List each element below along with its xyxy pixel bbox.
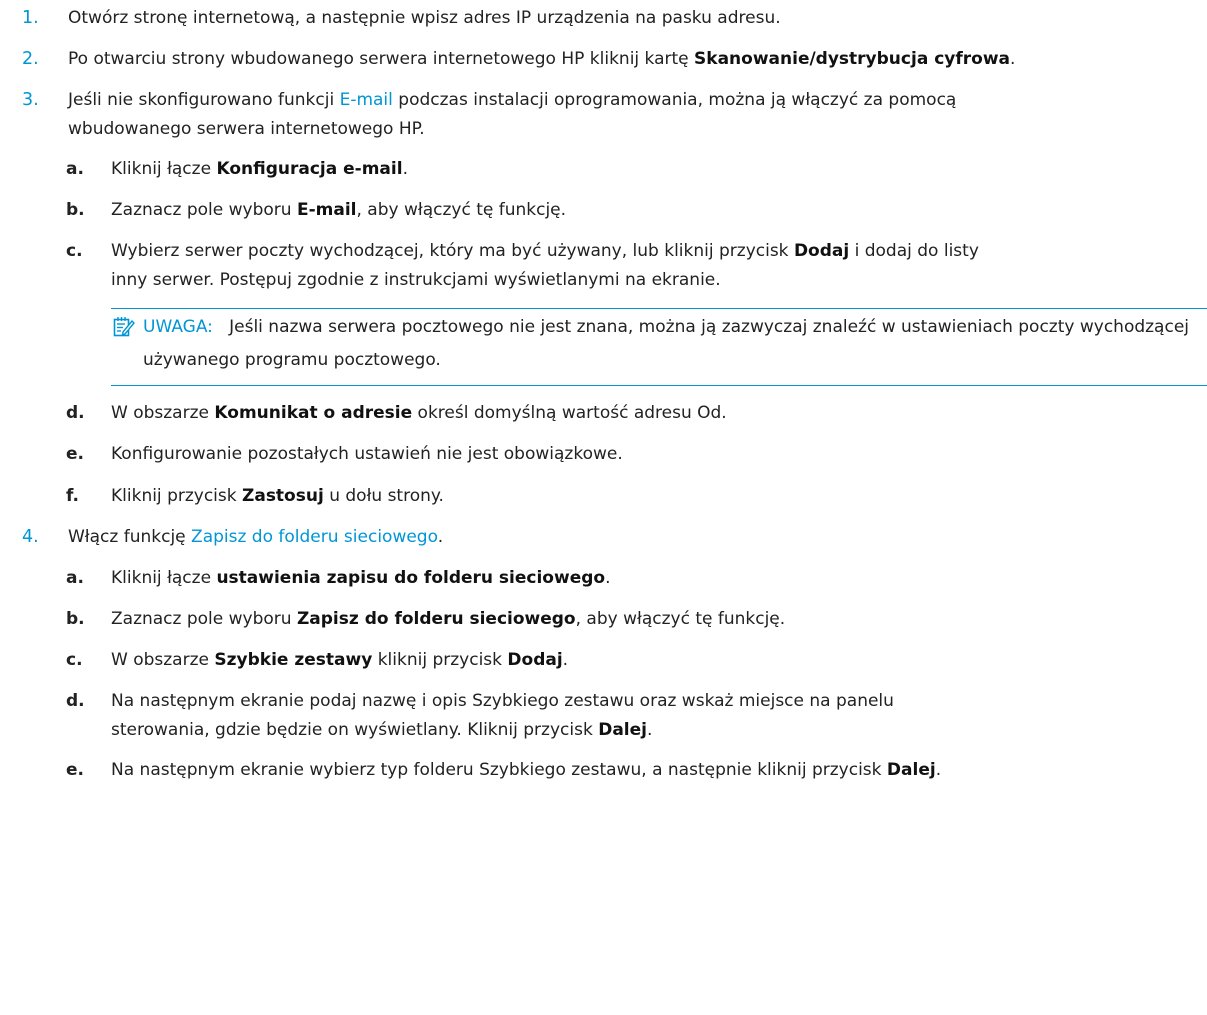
substep-letter: d. <box>66 691 85 711</box>
substep-text: Kliknij łącze ustawienia zapisu do folde… <box>111 568 611 588</box>
note-text: UWAGA: Jeśli nazwa serwera pocztowego ni… <box>143 311 1203 377</box>
substep-text: W obszarze Szybkie zestawy kliknij przyc… <box>111 650 569 670</box>
save-to-folder-link[interactable]: Zapisz do folderu sieciowego <box>191 527 438 547</box>
note-body: Jeśli nazwa serwera pocztowego nie jest … <box>143 317 1190 370</box>
step-text-line2: wbudowanego serwera internetowego HP. <box>68 119 425 139</box>
note-label: UWAGA: <box>143 317 213 337</box>
step-number: 1. <box>22 8 39 28</box>
tab-name: Skanowanie/dystrybucja cyfrowa <box>694 49 1011 69</box>
note-box: UWAGA: Jeśli nazwa serwera pocztowego ni… <box>111 308 1207 386</box>
substep-letter: e. <box>66 444 84 464</box>
step-number: 3. <box>22 90 39 110</box>
substep-text: Na następnym ekranie podaj nazwę i opis … <box>111 691 894 711</box>
substep-text: Wybierz serwer poczty wychodzącej, który… <box>111 241 979 261</box>
substep-text-line2: sterowania, gdzie będzie on wyświetlany.… <box>111 720 653 740</box>
email-link[interactable]: E-mail <box>340 90 393 110</box>
substep-letter: d. <box>66 403 85 423</box>
substep-text-line2: inny serwer. Postępuj zgodnie z instrukc… <box>111 270 721 290</box>
substep-letter: a. <box>66 159 84 179</box>
substep-letter: c. <box>66 241 83 261</box>
substep-text: Zaznacz pole wyboru Zapisz do folderu si… <box>111 609 786 629</box>
note-pencil-icon <box>113 317 135 337</box>
step-text: Otwórz stronę internetową, a następnie w… <box>68 8 781 28</box>
substep-letter: e. <box>66 760 84 780</box>
substep-text: Konfigurowanie pozostałych ustawień nie … <box>111 444 623 464</box>
substep-text: Na następnym ekranie wybierz typ folderu… <box>111 760 942 780</box>
step-number: 4. <box>22 527 39 547</box>
substep-text: Kliknij przycisk Zastosuj u dołu strony. <box>111 486 444 506</box>
step-text: Włącz funkcję Zapisz do folderu sieciowe… <box>68 527 444 547</box>
substep-letter: c. <box>66 650 83 670</box>
substep-letter: f. <box>66 486 79 506</box>
step-text: Po otwarciu strony wbudowanego serwera i… <box>68 49 1016 69</box>
substep-text: Kliknij łącze Konfiguracja e-mail. <box>111 159 408 179</box>
step-number: 2. <box>22 49 39 69</box>
substep-letter: b. <box>66 609 85 629</box>
step-text: Jeśli nie skonfigurowano funkcji E-mail … <box>68 90 957 110</box>
substep-text: Zaznacz pole wyboru E-mail, aby włączyć … <box>111 200 567 220</box>
substep-letter: b. <box>66 200 85 220</box>
substep-letter: a. <box>66 568 84 588</box>
substep-text: W obszarze Komunikat o adresie określ do… <box>111 403 727 423</box>
